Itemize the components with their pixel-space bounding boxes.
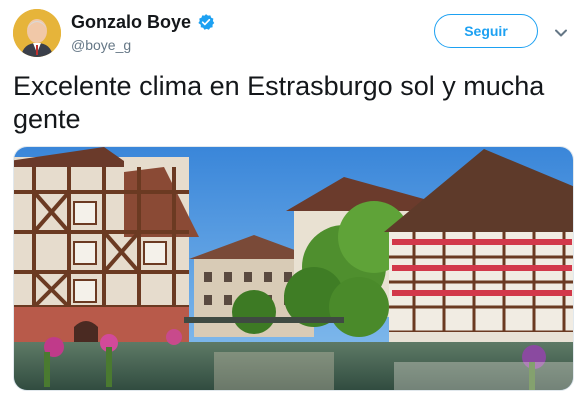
tweet-photo[interactable] <box>13 146 574 391</box>
author-block: Gonzalo Boye @boye_g <box>71 11 215 53</box>
tweet-text: Excelente clima en Estrasburgo sol y muc… <box>13 71 545 134</box>
avatar[interactable] <box>13 9 61 57</box>
user-handle[interactable]: @boye_g <box>71 37 215 53</box>
verified-badge-icon <box>197 13 215 31</box>
display-name[interactable]: Gonzalo Boye <box>71 11 191 33</box>
follow-button[interactable]: Seguir <box>434 14 538 48</box>
left-house <box>14 147 199 347</box>
chevron-down-icon <box>553 29 569 44</box>
tweet-card: Gonzalo Boye @boye_g Seguir Excelente cl… <box>0 0 583 403</box>
name-row: Gonzalo Boye <box>71 11 215 33</box>
tweet-menu-button[interactable] <box>553 25 569 41</box>
